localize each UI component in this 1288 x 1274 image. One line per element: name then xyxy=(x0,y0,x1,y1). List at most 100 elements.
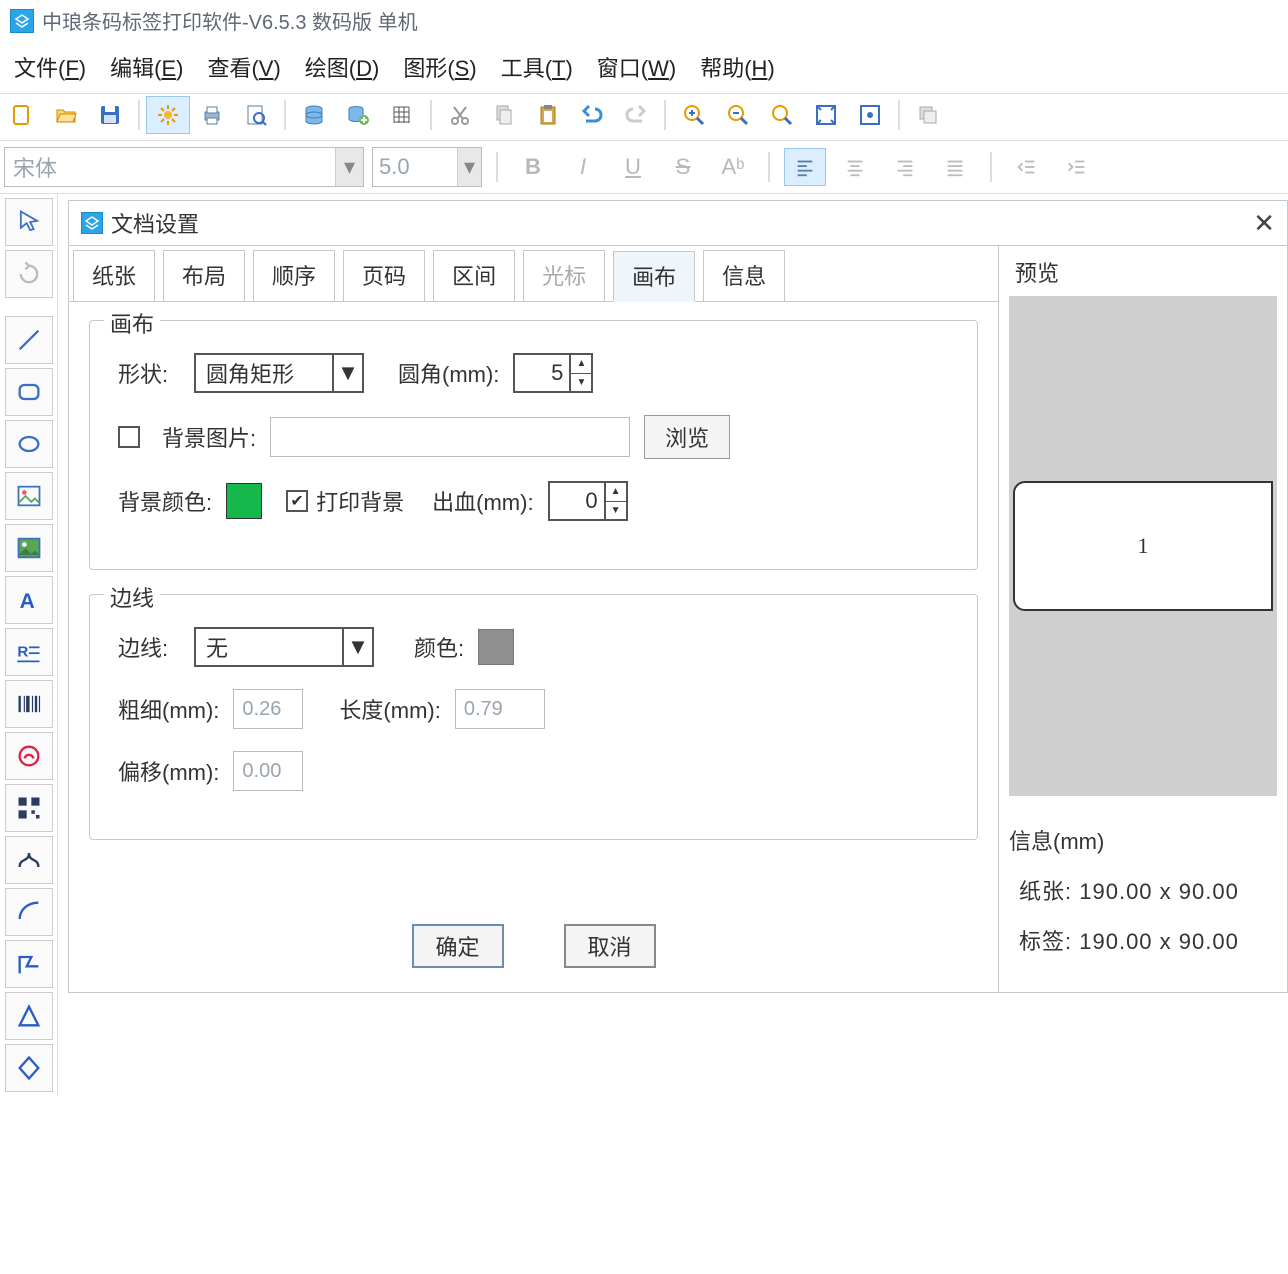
fit-screen-button[interactable] xyxy=(804,96,848,134)
tab-layout[interactable]: 布局 xyxy=(163,250,245,301)
align-right-button[interactable] xyxy=(884,148,926,186)
print-preview-button[interactable] xyxy=(234,96,278,134)
tab-canvas[interactable]: 画布 xyxy=(613,251,695,302)
canvas-legend: 画布 xyxy=(104,307,160,339)
paste-button[interactable] xyxy=(526,96,570,134)
menu-draw[interactable]: 绘图(D) xyxy=(305,51,380,83)
redo-button[interactable] xyxy=(614,96,658,134)
strikethrough-button[interactable]: S xyxy=(662,148,704,186)
menu-shape[interactable]: 图形(S) xyxy=(403,51,476,83)
border-combo[interactable]: 无 ▼ xyxy=(194,627,374,667)
menu-window[interactable]: 窗口(W) xyxy=(597,51,676,83)
triangle-tool[interactable] xyxy=(5,992,53,1040)
printbg-checkbox[interactable]: ✔ xyxy=(286,490,308,512)
richtext-tool[interactable]: R xyxy=(5,628,53,676)
tab-paper[interactable]: 纸张 xyxy=(73,250,155,301)
corner-input[interactable]: 5 ▲▼ xyxy=(513,353,593,393)
bgimg-path-input[interactable] xyxy=(270,417,630,457)
fit-width-button[interactable] xyxy=(848,96,892,134)
close-button[interactable]: ✕ xyxy=(1253,208,1275,239)
indent-increase-button[interactable] xyxy=(1056,148,1098,186)
offset-input[interactable]: 0.00 xyxy=(233,751,303,791)
printbg-label: 打印背景 xyxy=(316,485,404,517)
rotate-tool[interactable] xyxy=(5,250,53,298)
chevron-down-icon: ▾ xyxy=(335,148,363,186)
menu-help[interactable]: 帮助(H) xyxy=(700,51,775,83)
cut-button[interactable] xyxy=(438,96,482,134)
curve-tool[interactable] xyxy=(5,836,53,884)
image-fill-tool[interactable] xyxy=(5,524,53,572)
main-toolbar xyxy=(0,93,1288,141)
preview-canvas: 1 xyxy=(1009,296,1277,796)
copy-button[interactable] xyxy=(482,96,526,134)
length-input[interactable]: 0.79 xyxy=(455,689,545,729)
ellipse-tool[interactable] xyxy=(5,420,53,468)
info-title: 信息(mm) xyxy=(1009,824,1277,856)
font-size-input[interactable]: 5.0 ▾ xyxy=(372,147,482,187)
menu-view[interactable]: 查看(V) xyxy=(207,51,280,83)
qrcode-like-tool[interactable] xyxy=(5,732,53,780)
print-button[interactable] xyxy=(190,96,234,134)
arc-tool[interactable] xyxy=(5,888,53,936)
text-tool[interactable]: A xyxy=(5,576,53,624)
border-color-swatch[interactable] xyxy=(478,629,514,665)
preview-label: 1 xyxy=(1013,481,1273,611)
browse-button[interactable]: 浏览 xyxy=(644,415,730,459)
spinner-down-icon[interactable]: ▼ xyxy=(606,502,626,520)
tab-pageno[interactable]: 页码 xyxy=(343,250,425,301)
tab-order[interactable]: 顺序 xyxy=(253,250,335,301)
database-button[interactable] xyxy=(292,96,336,134)
layers-button[interactable] xyxy=(906,96,950,134)
ok-button[interactable]: 确定 xyxy=(412,924,504,968)
shape-combo[interactable]: 圆角矩形 ▼ xyxy=(194,353,364,393)
preview-panel: 预览 1 信息(mm) 纸张: 190.00 x 90.00 标签: 190.0… xyxy=(999,246,1287,992)
menu-tool[interactable]: 工具(T) xyxy=(501,51,573,83)
bgcolor-swatch[interactable] xyxy=(226,483,262,519)
zoom-out-button[interactable] xyxy=(716,96,760,134)
info-tag-value: 190.00 x 90.00 xyxy=(1079,929,1239,954)
tab-range[interactable]: 区间 xyxy=(433,250,515,301)
bgimg-checkbox[interactable] xyxy=(118,426,140,448)
thickness-input[interactable]: 0.26 xyxy=(233,689,303,729)
info-paper-value: 190.00 x 90.00 xyxy=(1079,879,1239,904)
database-add-button[interactable] xyxy=(336,96,380,134)
open-button[interactable] xyxy=(44,96,88,134)
italic-button[interactable]: I xyxy=(562,148,604,186)
underline-button[interactable]: U xyxy=(612,148,654,186)
align-center-button[interactable] xyxy=(834,148,876,186)
tab-info[interactable]: 信息 xyxy=(703,250,785,301)
zoom-in-button[interactable] xyxy=(672,96,716,134)
align-justify-button[interactable] xyxy=(934,148,976,186)
grid-button[interactable] xyxy=(380,96,424,134)
corner-value: 5 xyxy=(551,360,563,386)
spinner-up-icon[interactable]: ▲ xyxy=(606,483,626,502)
dialog-icon xyxy=(81,212,103,234)
indent-decrease-button[interactable] xyxy=(1006,148,1048,186)
image-tool[interactable] xyxy=(5,472,53,520)
diamond-tool[interactable] xyxy=(5,1044,53,1092)
cancel-button[interactable]: 取消 xyxy=(564,924,656,968)
bleed-value: 0 xyxy=(585,488,597,514)
polyline-tool[interactable] xyxy=(5,940,53,988)
qrcode-tool[interactable] xyxy=(5,784,53,832)
superscript-button[interactable]: Aᵇ xyxy=(712,148,754,186)
rounded-rect-tool[interactable] xyxy=(5,368,53,416)
canvas-fieldset: 画布 形状: 圆角矩形 ▼ 圆角(mm): 5 ▲▼ xyxy=(89,320,978,570)
undo-button[interactable] xyxy=(570,96,614,134)
spinner-down-icon[interactable]: ▼ xyxy=(571,374,591,392)
align-left-button[interactable] xyxy=(784,148,826,186)
zoom-reset-button[interactable] xyxy=(760,96,804,134)
settings-button[interactable] xyxy=(146,96,190,134)
save-button[interactable] xyxy=(88,96,132,134)
pointer-tool[interactable] xyxy=(5,198,53,246)
menu-edit[interactable]: 编辑(E) xyxy=(110,51,183,83)
new-doc-button[interactable] xyxy=(0,96,44,134)
spinner-up-icon[interactable]: ▲ xyxy=(571,355,591,374)
font-family-select[interactable]: 宋体 ▾ xyxy=(4,147,364,187)
bold-button[interactable]: B xyxy=(512,148,554,186)
menu-file[interactable]: 文件(F) xyxy=(14,51,86,83)
bleed-input[interactable]: 0 ▲▼ xyxy=(548,481,628,521)
font-size-value: 5.0 xyxy=(379,154,410,180)
barcode-tool[interactable] xyxy=(5,680,53,728)
line-tool[interactable] xyxy=(5,316,53,364)
